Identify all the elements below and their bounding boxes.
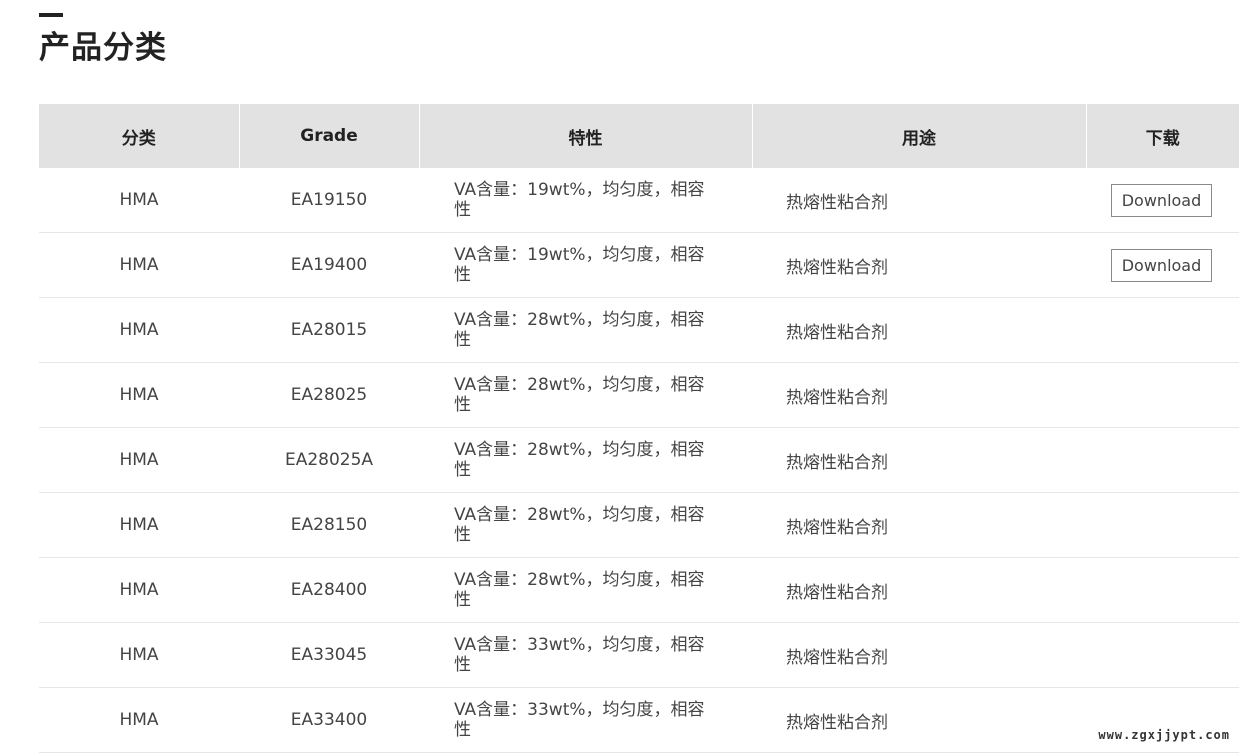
feature-text: VA含量：19wt%，均匀度，相容性 bbox=[454, 245, 705, 285]
cell-feature: VA含量：28wt%，均匀度，相容性 bbox=[419, 427, 752, 493]
cell-grade: EA33045 bbox=[239, 622, 419, 688]
table-row: HMA EA33045 VA含量：33wt%，均匀度，相容性 热熔性粘合剂 bbox=[39, 622, 1239, 688]
product-table: 分类 Grade 特性 用途 下载 HMA EA19150 VA含量：19wt%，均… bbox=[39, 104, 1239, 753]
table-body: HMA EA19150 VA含量：19wt%，均匀度，相容性 热熔性粘合剂 Downlo… bbox=[39, 168, 1239, 753]
page-title: 产品分类 bbox=[39, 30, 167, 66]
cell-grade: EA28400 bbox=[239, 557, 419, 623]
feature-text: VA含量：33wt%，均匀度，相容性 bbox=[454, 635, 705, 675]
table-header-row: 分类 Grade 特性 用途 下载 bbox=[39, 104, 1239, 168]
cell-download bbox=[1086, 622, 1239, 688]
cell-grade: EA28025 bbox=[239, 362, 419, 428]
cell-feature: VA含量：33wt%，均匀度，相容性 bbox=[419, 687, 752, 753]
cell-grade: EA33400 bbox=[239, 687, 419, 753]
cell-grade: EA28150 bbox=[239, 492, 419, 558]
cell-download bbox=[1086, 297, 1239, 363]
cell-use: 热熔性粘合剂 bbox=[752, 622, 1086, 688]
cell-feature: VA含量：28wt%，均匀度，相容性 bbox=[419, 492, 752, 558]
cell-feature: VA含量：28wt%，均匀度，相容性 bbox=[419, 557, 752, 623]
header-feature: 特性 bbox=[418, 104, 752, 168]
cell-download bbox=[1086, 427, 1239, 493]
cell-download: Download bbox=[1086, 168, 1239, 233]
feature-text: VA含量：33wt%，均匀度，相容性 bbox=[454, 700, 705, 740]
cell-use: 热熔性粘合剂 bbox=[752, 492, 1086, 558]
cell-feature: VA含量：33wt%，均匀度，相容性 bbox=[419, 622, 752, 688]
table-row: HMA EA28025 VA含量：28wt%，均匀度，相容性 热熔性粘合剂 bbox=[39, 362, 1239, 428]
table-row: HMA EA28015 VA含量：28wt%，均匀度，相容性 热熔性粘合剂 bbox=[39, 297, 1239, 363]
table-row: HMA EA28150 VA含量：28wt%，均匀度，相容性 热熔性粘合剂 bbox=[39, 492, 1239, 558]
header-download: 下载 bbox=[1085, 104, 1239, 168]
cell-category: HMA bbox=[39, 622, 239, 688]
table-row: HMA EA19400 VA含量：19wt%，均匀度，相容性 热熔性粘合剂 Downlo… bbox=[39, 232, 1239, 298]
cell-grade: EA19400 bbox=[239, 232, 419, 298]
table-row: HMA EA28025A VA含量：28wt%，均匀度，相容性 热熔性粘合剂 bbox=[39, 427, 1239, 493]
cell-download bbox=[1086, 362, 1239, 428]
cell-use: 热熔性粘合剂 bbox=[752, 297, 1086, 363]
header-category: 分类 bbox=[39, 104, 239, 168]
cell-download bbox=[1086, 492, 1239, 558]
cell-use: 热熔性粘合剂 bbox=[752, 232, 1086, 298]
cell-use: 热熔性粘合剂 bbox=[752, 557, 1086, 623]
cell-feature: VA含量：28wt%，均匀度，相容性 bbox=[419, 362, 752, 428]
feature-text: VA含量：28wt%，均匀度，相容性 bbox=[454, 375, 705, 415]
cell-category: HMA bbox=[39, 297, 239, 363]
cell-feature: VA含量：28wt%，均匀度，相容性 bbox=[419, 297, 752, 363]
feature-text: VA含量：19wt%，均匀度，相容性 bbox=[454, 180, 705, 220]
cell-download: Download bbox=[1086, 232, 1239, 298]
table-row: HMA EA33400 VA含量：33wt%，均匀度，相容性 热熔性粘合剂 bbox=[39, 687, 1239, 753]
cell-feature: VA含量：19wt%，均匀度，相容性 bbox=[419, 168, 752, 233]
cell-use: 热熔性粘合剂 bbox=[752, 427, 1086, 493]
cell-category: HMA bbox=[39, 492, 239, 558]
feature-text: VA含量：28wt%，均匀度，相容性 bbox=[454, 440, 705, 480]
header-use: 用途 bbox=[751, 104, 1086, 168]
cell-category: HMA bbox=[39, 427, 239, 493]
cell-grade: EA28015 bbox=[239, 297, 419, 363]
cell-category: HMA bbox=[39, 362, 239, 428]
feature-text: VA含量：28wt%，均匀度，相容性 bbox=[454, 505, 705, 545]
download-button[interactable]: Download bbox=[1111, 248, 1212, 282]
download-button[interactable]: Download bbox=[1111, 183, 1212, 217]
feature-text: VA含量：28wt%，均匀度，相容性 bbox=[454, 310, 705, 350]
cell-use: 热熔性粘合剂 bbox=[752, 168, 1086, 233]
cell-use: 热熔性粘合剂 bbox=[752, 362, 1086, 428]
cell-feature: VA含量：19wt%，均匀度，相容性 bbox=[419, 232, 752, 298]
table-row: HMA EA19150 VA含量：19wt%，均匀度，相容性 热熔性粘合剂 Downlo… bbox=[39, 168, 1239, 233]
cell-grade: EA19150 bbox=[239, 168, 419, 233]
table-row: HMA EA28400 VA含量：28wt%，均匀度，相容性 热熔性粘合剂 bbox=[39, 557, 1239, 623]
feature-text: VA含量：28wt%，均匀度，相容性 bbox=[454, 570, 705, 610]
cell-download bbox=[1086, 687, 1239, 753]
watermark: www.zgxjjypt.com bbox=[1098, 728, 1230, 742]
cell-download bbox=[1086, 557, 1239, 623]
header-grade: Grade bbox=[238, 104, 419, 168]
cell-category: HMA bbox=[39, 557, 239, 623]
cell-grade: EA28025A bbox=[239, 427, 419, 493]
cell-category: HMA bbox=[39, 232, 239, 298]
cell-category: HMA bbox=[39, 687, 239, 753]
title-accent-bar bbox=[39, 13, 63, 17]
cell-category: HMA bbox=[39, 168, 239, 233]
cell-use: 热熔性粘合剂 bbox=[752, 687, 1086, 753]
